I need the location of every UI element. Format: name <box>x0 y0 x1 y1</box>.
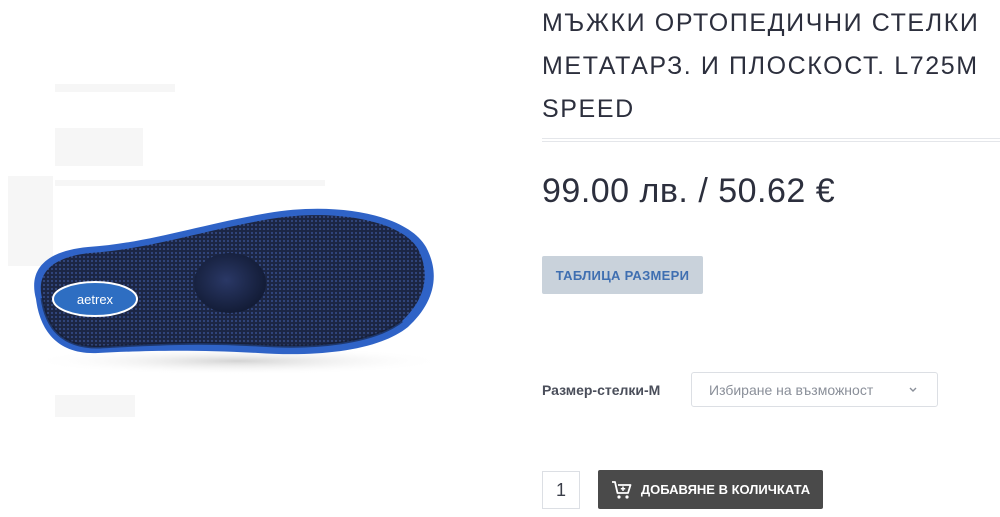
title-divider <box>542 138 1000 142</box>
thumbnail-placeholder <box>55 84 175 92</box>
thumbnail-placeholder <box>55 128 143 166</box>
cart-icon <box>611 480 632 499</box>
size-table-button[interactable]: ТАБЛИЦА РАЗМЕРИ <box>542 256 703 294</box>
svg-text:aetrex: aetrex <box>77 292 114 307</box>
insole-image: aetrex <box>28 208 448 375</box>
size-select-value: Избиране на възможност <box>709 381 874 398</box>
chevron-down-icon <box>909 387 917 392</box>
product-gallery: aetrex <box>0 0 500 517</box>
thumbnail-placeholder <box>55 180 325 186</box>
aetrex-logo-icon: aetrex <box>52 281 138 317</box>
add-to-cart-label: ДОБАВЯНЕ В КОЛИЧКАТА <box>640 482 811 497</box>
product-title: МЪЖКИ ОРТОПЕДИЧНИ СТЕЛКИ МЕТАТАРЗ. И ПЛО… <box>542 9 980 123</box>
product-price: 99.00 лв. / 50.62 € <box>542 172 836 210</box>
metatarsal-pad <box>194 253 266 313</box>
quantity-input[interactable]: 1 <box>542 471 580 509</box>
size-select[interactable]: Избиране на възможност <box>691 372 938 407</box>
thumbnail-placeholder <box>55 395 135 417</box>
size-option-label: Размер-стелки-М <box>542 382 661 398</box>
add-to-cart-button[interactable]: ДОБАВЯНЕ В КОЛИЧКАТА <box>598 470 823 509</box>
